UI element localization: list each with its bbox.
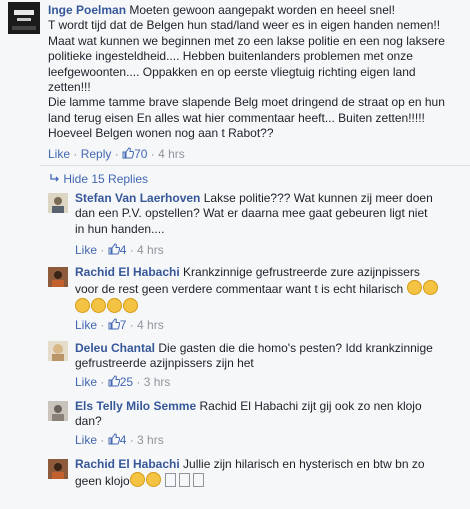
reply-meta: Like · 4 · 4 hrs (75, 243, 164, 257)
reply-meta: Like · 4 · 3 hrs (75, 433, 164, 447)
reply-line: gefrustreerde azijnpissers zijn het (75, 356, 254, 371)
like-count[interactable]: 4 (108, 433, 127, 447)
like-count[interactable]: 70 (122, 147, 151, 161)
avatar-image-icon (8, 2, 40, 34)
thumbs-up-icon (108, 318, 120, 330)
like-count-value: 4 (119, 433, 127, 447)
main-comment-line: Maat wat kunnen we beginnen met zo een l… (48, 33, 445, 48)
separator-dot: · (150, 147, 155, 161)
reply-line: dan? (75, 414, 102, 429)
reply-text: Rachid El Habachi Jullie zijn hilarisch … (75, 457, 465, 490)
avatar[interactable] (48, 401, 68, 421)
laughing-emoji-icon (406, 280, 422, 296)
like-button[interactable]: Like (75, 433, 97, 447)
avatar-image-icon (48, 193, 68, 213)
laughing-emoji-icon (107, 297, 122, 313)
timestamp[interactable]: 4 hrs (137, 318, 164, 332)
timestamp[interactable]: 3 hrs (144, 375, 171, 389)
reply-line: Die gasten die die homo's pesten? Idd kr… (158, 341, 433, 355)
like-count-value: 4 (119, 243, 127, 257)
reply-line: Krankzinnige gefrustreerde zure azijnpis… (183, 265, 420, 279)
reply-arrow-icon (50, 172, 60, 186)
like-button[interactable]: Like (75, 318, 97, 332)
like-count-value: 25 (119, 375, 134, 389)
reply-meta: Like · 7 · 4 hrs (75, 318, 164, 332)
timestamp[interactable]: 4 hrs (158, 147, 185, 161)
main-comment-meta: Like · Reply · 70 · 4 hrs (48, 147, 185, 161)
unknown-glyph-icon (164, 473, 176, 488)
reply-button[interactable]: Reply (81, 147, 112, 161)
separator-dot: · (73, 147, 78, 161)
main-comment-line: Die lamme tamme brave slapende Belg moet… (48, 95, 445, 110)
wink-emoji-icon (129, 472, 145, 488)
laughing-emoji-icon (123, 297, 138, 313)
main-comment-line: land terug eisen En alles wat hier comme… (48, 110, 425, 125)
reply-text: Rachid El Habachi Krankzinnige gefrustre… (75, 265, 465, 315)
thumbs-up-icon (108, 375, 120, 387)
like-button[interactable]: Like (75, 243, 97, 257)
avatar-image-icon (48, 341, 68, 361)
avatar[interactable] (8, 2, 40, 34)
reply-text: Els Telly Milo Semme Rachid El Habachi z… (75, 399, 465, 430)
like-count-value: 70 (134, 147, 148, 161)
main-comment-author[interactable]: Inge Poelman (48, 3, 126, 17)
thumbs-up-icon (108, 433, 120, 445)
main-comment-line: Moeten gewoon aangepakt worden en heeel … (129, 3, 395, 17)
unknown-glyph-icon (192, 473, 204, 488)
main-comment-line: politieke ingesteldheid.... Hebben buite… (48, 49, 413, 64)
divider (40, 165, 470, 166)
reply-text: Deleu Chantal Die gasten die die homo's … (75, 341, 465, 372)
reply-meta: Like · 25 · 3 hrs (75, 375, 171, 389)
avatar-image-icon (48, 401, 68, 421)
timestamp[interactable]: 4 hrs (137, 243, 164, 257)
laughing-emoji-icon (422, 280, 438, 296)
hide-replies-link[interactable]: Hide 15 Replies (50, 172, 148, 186)
thumbs-up-icon (108, 243, 120, 255)
reply-author[interactable]: Rachid El Habachi (75, 457, 180, 471)
main-comment-text: Inge Poelman Moeten gewoon aangepakt wor… (48, 3, 468, 142)
main-comment-line: leefgewoonten.... Oppakken en op eerste … (48, 64, 416, 79)
like-count[interactable]: 7 (108, 318, 127, 332)
reply-text: Stefan Van Laerhoven Lakse politie??? Wa… (75, 191, 465, 237)
reply-line: Jullie zijn hilarisch en hysterisch en b… (183, 457, 425, 471)
reply-author[interactable]: Stefan Van Laerhoven (75, 191, 200, 205)
hide-replies-label[interactable]: Hide 15 Replies (63, 172, 148, 186)
avatar[interactable] (48, 341, 68, 361)
reply-line: in hun handen.... (75, 221, 165, 236)
reply-line: geen klojo (75, 474, 130, 489)
reply-author[interactable]: Els Telly Milo Semme (75, 399, 196, 413)
separator-dot: · (114, 147, 119, 161)
like-button[interactable]: Like (75, 375, 97, 389)
reply-line: voor de rest geen verdere commentaar wan… (75, 282, 404, 297)
avatar[interactable] (48, 267, 68, 287)
comment-thread: Inge Poelman Moeten gewoon aangepakt wor… (0, 0, 470, 509)
like-count[interactable]: 4 (108, 243, 127, 257)
reply-line: dan een P.V. opstellen? Wat er daarna me… (75, 206, 428, 221)
avatar-image-icon (48, 267, 68, 287)
avatar[interactable] (48, 459, 68, 479)
like-count-value: 7 (119, 318, 127, 332)
reply-author[interactable]: Deleu Chantal (75, 341, 155, 355)
main-comment-line: T wordt tijd dat de Belgen hun stad/land… (48, 18, 441, 33)
thumbs-up-icon (122, 147, 135, 159)
laughing-emoji-icon (91, 297, 106, 313)
unknown-glyph-icon (178, 473, 190, 488)
main-comment-line: Hoeveel Belgen wonen nog aan t Rabot?? (48, 126, 274, 141)
wink-emoji-icon (145, 472, 161, 488)
reply-line: Lakse politie??? Wat kunnen zij meer doe… (203, 191, 433, 205)
main-comment-line: zetten!!! (48, 80, 91, 95)
like-button[interactable]: Like (48, 147, 70, 161)
like-count[interactable]: 25 (108, 375, 133, 389)
laughing-emoji-icon (75, 297, 90, 313)
avatar-image-icon (48, 459, 68, 479)
avatar[interactable] (48, 193, 68, 213)
timestamp[interactable]: 3 hrs (137, 433, 164, 447)
reply-line: Rachid El Habachi zijt gij ook zo nen kl… (199, 399, 422, 413)
reply-author[interactable]: Rachid El Habachi (75, 265, 180, 279)
